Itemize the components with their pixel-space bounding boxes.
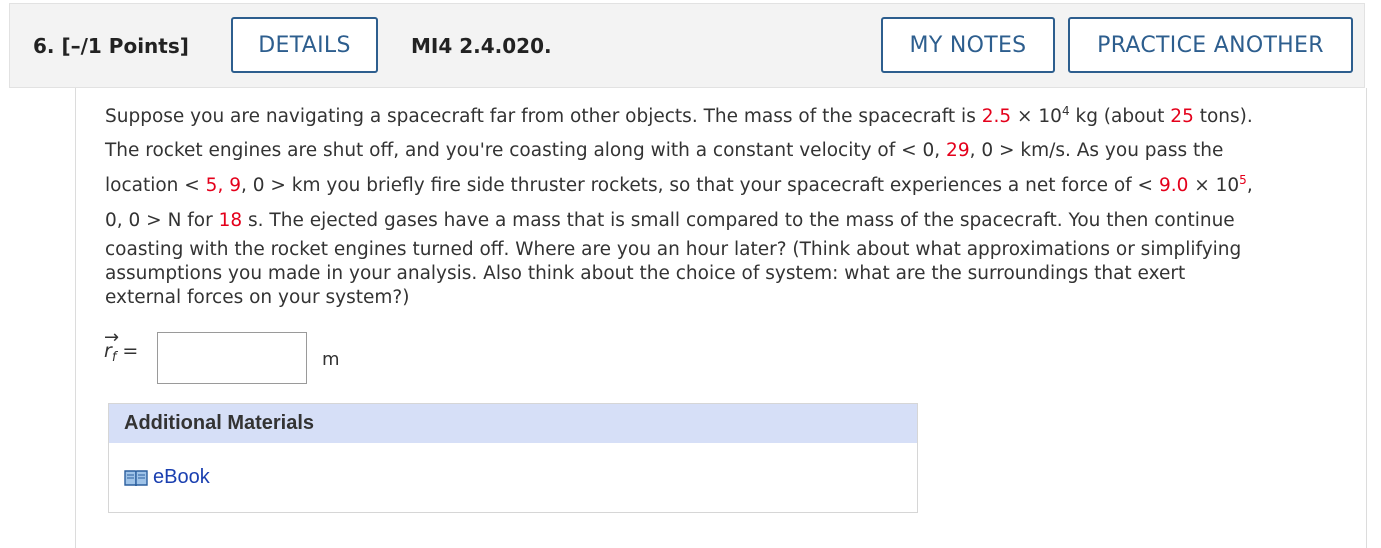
question-line-5: coasting with the rocket engines turned …: [105, 239, 1242, 260]
question-line-3: location < 5, 9, 0 > km you briefly fire…: [105, 173, 1253, 196]
answer-equals: =: [122, 340, 139, 362]
my-notes-button[interactable]: MY NOTES: [881, 17, 1055, 73]
question-line-4: 0, 0 > N for 18 s. The ejected gases hav…: [105, 210, 1235, 231]
additional-materials-heading: Additional Materials: [109, 404, 917, 443]
question-number: 6. [–/1 Points]: [33, 34, 189, 58]
details-button[interactable]: DETAILS: [231, 17, 378, 73]
location-x: 5: [205, 175, 218, 196]
practice-another-button[interactable]: PRACTICE ANOTHER: [1068, 17, 1353, 73]
mass-coefficient: 2.5: [981, 106, 1012, 127]
ebook-link[interactable]: eBook: [124, 466, 210, 489]
question-text: Suppose you are navigating a spacecraft …: [105, 100, 1345, 310]
answer-input[interactable]: [157, 332, 307, 384]
question-header: 6. [–/1 Points] DETAILS MI4 2.4.020. MY …: [9, 3, 1365, 88]
question-code: MI4 2.4.020.: [411, 34, 552, 58]
answer-unit: m: [322, 349, 340, 370]
question-line-6: assumptions you made in your analysis. A…: [105, 263, 1186, 284]
answer-label: → rf =: [104, 327, 139, 365]
mass-tons: 25: [1170, 106, 1194, 127]
velocity-y: 29: [946, 140, 970, 161]
vector-arrow: →: [104, 327, 120, 348]
thrust-duration: 18: [218, 210, 243, 231]
location-y: 9: [229, 175, 241, 196]
question-line-2: The rocket engines are shut off, and you…: [105, 140, 1224, 161]
mass-exponent: 4: [1061, 104, 1070, 118]
force-coefficient: 9.0: [1158, 175, 1189, 196]
question-line-1: Suppose you are navigating a spacecraft …: [105, 104, 1253, 127]
question-line-7: external forces on your system?): [105, 287, 410, 308]
book-icon: [124, 469, 148, 486]
additional-materials-panel: Additional Materials eBook: [108, 403, 918, 513]
ebook-label: eBook: [153, 466, 210, 488]
force-exponent: 5: [1239, 173, 1247, 187]
answer-subscript: f: [111, 350, 117, 365]
